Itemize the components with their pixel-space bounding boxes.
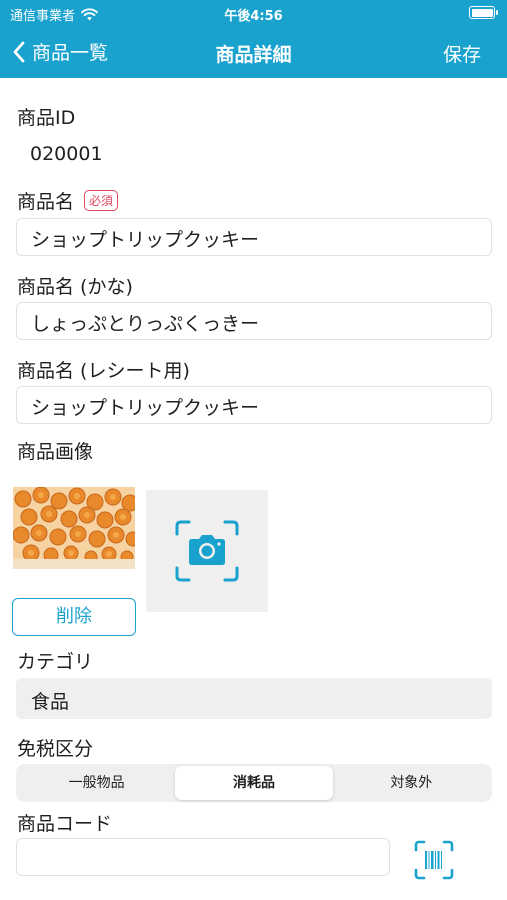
product-name-receipt-label: 商品名 (レシート用) xyxy=(17,360,190,382)
page-title: 商品詳細 xyxy=(215,44,292,66)
tax-exempt-label: 免税区分 xyxy=(17,738,94,760)
product-name-field[interactable]: ショップトリップクッキー xyxy=(16,218,492,256)
status-bar: 通信事業者 午後4:56 xyxy=(0,0,507,26)
camera-icon xyxy=(175,520,239,582)
save-button[interactable]: 保存 xyxy=(443,40,481,67)
product-code-label: 商品コード xyxy=(17,813,113,835)
add-photo-button[interactable] xyxy=(146,490,268,612)
product-image-thumbnail[interactable] xyxy=(13,487,135,569)
product-name-label: 商品名 xyxy=(17,191,75,213)
delete-image-button[interactable]: 削除 xyxy=(12,598,136,636)
product-id-value: 020001 xyxy=(30,143,103,165)
segment-not-applicable[interactable]: 対象外 xyxy=(333,766,490,800)
category-label: カテゴリ xyxy=(17,651,94,673)
required-badge: 必須 xyxy=(84,190,119,211)
navigation-bar: 商品一覧 商品詳細 保存 xyxy=(0,28,507,78)
segment-consumables[interactable]: 消耗品 xyxy=(175,766,333,800)
product-name-label-row: 商品名 必須 xyxy=(17,187,119,214)
top-bar: 通信事業者 午後4:56 商品一覧 商品詳細 保存 xyxy=(0,0,507,78)
product-code-field[interactable] xyxy=(16,838,390,876)
category-select[interactable]: 食品 xyxy=(16,678,492,719)
product-name-receipt-field[interactable]: ショップトリップクッキー xyxy=(16,386,492,424)
clock: 午後4:56 xyxy=(224,9,283,24)
tax-exempt-segmented-control: 一般物品 消耗品 対象外 xyxy=(16,764,492,802)
product-name-kana-field[interactable]: しょっぷとりっぷくっきー xyxy=(16,302,492,340)
battery-icon xyxy=(469,6,498,19)
barcode-scan-button[interactable] xyxy=(414,840,454,880)
product-name-kana-label: 商品名 (かな) xyxy=(17,276,133,298)
barcode-scan-icon xyxy=(414,840,454,880)
product-image-label: 商品画像 xyxy=(17,441,94,463)
segment-general-goods[interactable]: 一般物品 xyxy=(18,766,175,800)
cookie-photo xyxy=(13,487,135,569)
product-id-label: 商品ID xyxy=(17,107,76,129)
